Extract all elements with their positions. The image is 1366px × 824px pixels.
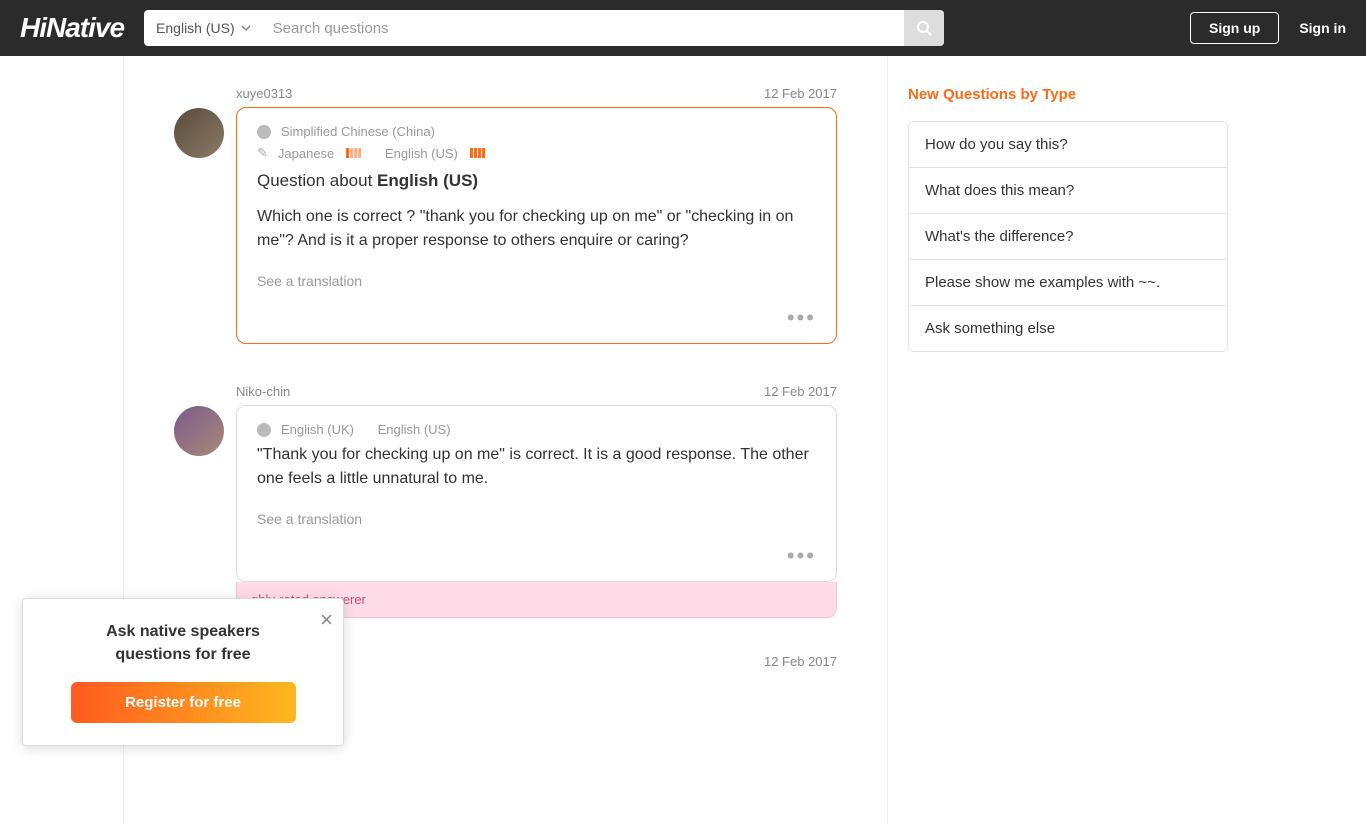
answer-card: English (UK) English (US) "Thank you for… — [236, 405, 837, 582]
search-bar: English (US) — [144, 10, 944, 46]
more-options-icon[interactable]: ••• — [787, 545, 816, 567]
avatar[interactable] — [174, 108, 224, 158]
search-button[interactable] — [904, 10, 944, 46]
answer-post: Niko-chin 12 Feb 2017 English (UK) Engli… — [174, 384, 837, 582]
native-language: Simplified Chinese (China) — [281, 124, 435, 139]
sidebar-item[interactable]: What does this mean? — [909, 168, 1227, 214]
modal-text: Ask native speakers questions for free — [45, 621, 321, 666]
learning-language-1: English (US) — [385, 146, 458, 161]
site-header: HiNative English (US) Sign up Sign in — [0, 0, 1366, 56]
answer-date: 12 Feb 2017 — [764, 654, 837, 669]
signin-link[interactable]: Sign in — [1299, 20, 1346, 36]
question-title-prefix: Question about — [257, 171, 377, 190]
more-options-icon[interactable]: ••• — [787, 307, 816, 329]
modal-line1: Ask native speakers — [106, 623, 260, 640]
close-icon: × — [320, 607, 333, 632]
question-body: Which one is correct ? "thank you for ch… — [257, 205, 816, 253]
sidebar-item[interactable]: Ask something else — [909, 306, 1227, 351]
question-post: xuye0313 12 Feb 2017 Simplified Chinese … — [174, 86, 837, 344]
answer-username[interactable]: Niko-chin — [236, 384, 290, 399]
question-date: 12 Feb 2017 — [764, 86, 837, 101]
close-button[interactable]: × — [320, 607, 333, 633]
sidebar-list: How do you say this? What does this mean… — [908, 121, 1228, 352]
answer-body: "Thank you for checking up on me" is cor… — [257, 443, 816, 491]
speech-icon — [257, 423, 271, 437]
avatar[interactable] — [174, 406, 224, 456]
language-selector-label: English (US) — [156, 20, 235, 36]
learning-language-0: Japanese — [278, 146, 334, 161]
level-bars — [470, 148, 485, 158]
speech-icon — [257, 125, 271, 139]
language-selector[interactable]: English (US) — [144, 10, 263, 46]
question-username[interactable]: xuye0313 — [236, 86, 292, 101]
chevron-down-icon — [241, 23, 251, 33]
sidebar-item[interactable]: What's the difference? — [909, 214, 1227, 260]
pencil-icon: ✎ — [257, 145, 268, 161]
search-icon — [916, 20, 932, 36]
question-title-lang: English (US) — [377, 171, 478, 190]
level-bars — [346, 148, 361, 158]
search-input[interactable] — [263, 20, 904, 37]
answer-language-0: English (UK) — [281, 422, 354, 437]
sidebar: New Questions by Type How do you say thi… — [888, 56, 1228, 352]
question-title: Question about English (US) — [257, 171, 816, 191]
answer-date: 12 Feb 2017 — [764, 384, 837, 399]
question-card: Simplified Chinese (China) ✎ Japanese En… — [236, 107, 837, 344]
register-button[interactable]: Register for free — [71, 682, 296, 723]
sidebar-title: New Questions by Type — [908, 86, 1228, 103]
modal-line2: questions for free — [115, 646, 250, 663]
register-modal: × Ask native speakers questions for free… — [22, 598, 344, 746]
signup-button[interactable]: Sign up — [1190, 12, 1279, 44]
answer-language-1: English (US) — [378, 422, 451, 437]
sidebar-item[interactable]: Please show me examples with ~~. — [909, 260, 1227, 306]
sidebar-item[interactable]: How do you say this? — [909, 122, 1227, 168]
see-translation-link[interactable]: See a translation — [257, 511, 362, 527]
see-translation-link[interactable]: See a translation — [257, 273, 362, 289]
logo[interactable]: HiNative — [20, 12, 124, 44]
